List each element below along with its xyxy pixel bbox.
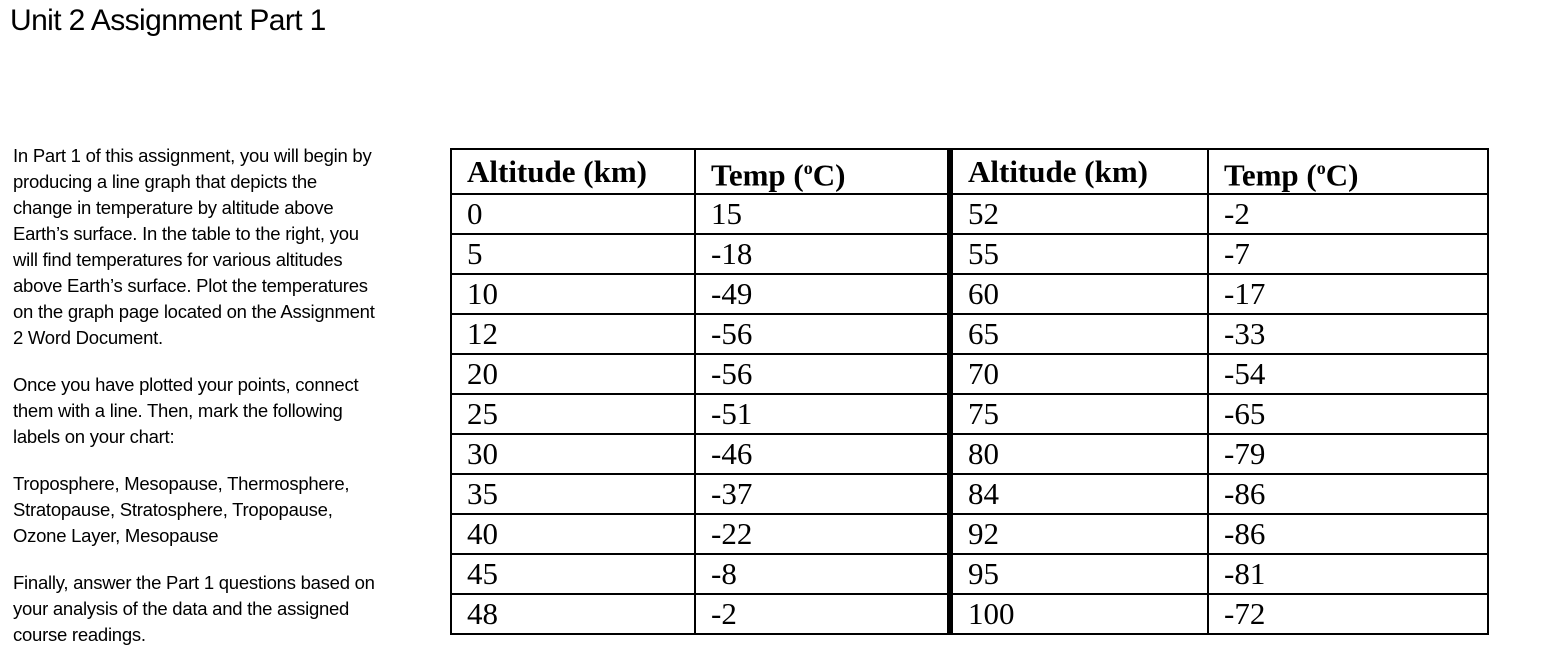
table-row: 12 -56 65 -33 (450, 313, 1489, 356)
instruction-line: labels on your chart: (13, 426, 175, 447)
temp-cell: -79 (1207, 433, 1489, 476)
altitude-cell: 65 (947, 313, 1209, 356)
altitude-cell: 45 (450, 553, 696, 596)
altitude-cell: 20 (450, 353, 696, 396)
header-temp-prefix: Temp ( (711, 157, 804, 193)
instruction-line: change in temperature by altitude above (13, 197, 334, 218)
instruction-paragraph: Finally, answer the Part 1 questions bas… (13, 570, 443, 648)
header-altitude: Altitude (km) (947, 147, 1209, 196)
instruction-line: Earth’s surface. In the table to the rig… (13, 223, 359, 244)
temp-cell: -86 (1207, 473, 1489, 516)
temp-cell: -56 (694, 313, 951, 356)
altitude-cell: 10 (450, 273, 696, 316)
table-row: 20 -56 70 -54 (450, 353, 1489, 396)
temp-cell: -65 (1207, 393, 1489, 436)
altitude-cell: 70 (947, 353, 1209, 396)
altitude-cell: 95 (947, 553, 1209, 596)
altitude-cell: 0 (450, 193, 696, 236)
altitude-cell: 84 (947, 473, 1209, 516)
altitude-cell: 92 (947, 513, 1209, 556)
temp-cell: -81 (1207, 553, 1489, 596)
instruction-line: In Part 1 of this assignment, you will b… (13, 145, 372, 166)
altitude-cell: 60 (947, 273, 1209, 316)
temp-cell: -22 (694, 513, 951, 556)
temp-cell: -2 (694, 593, 951, 636)
table-row: 25 -51 75 -65 (450, 393, 1489, 436)
altitude-cell: 80 (947, 433, 1209, 476)
temp-cell: -2 (1207, 193, 1489, 236)
altitude-cell: 48 (450, 593, 696, 636)
temp-cell: -51 (694, 393, 951, 436)
table-row: 45 -8 95 -81 (450, 553, 1489, 596)
table-row: 5 -18 55 -7 (450, 233, 1489, 276)
altitude-cell: 30 (450, 433, 696, 476)
degree-symbol: o (1316, 158, 1326, 178)
altitude-cell: 100 (947, 593, 1209, 636)
instruction-line: Ozone Layer, Mesopause (13, 525, 219, 546)
altitude-cell: 55 (947, 233, 1209, 276)
instructions: In Part 1 of this assignment, you will b… (13, 143, 443, 669)
instruction-line: course readings. (13, 624, 146, 645)
temp-cell: -54 (1207, 353, 1489, 396)
instruction-line: will find temperatures for various altit… (13, 249, 343, 270)
table-header-row: Altitude (km) Temp (oC) Altitude (km) Te… (450, 147, 1489, 196)
altitude-cell: 5 (450, 233, 696, 276)
instruction-paragraph: Troposphere, Mesopause, Thermosphere, Str… (13, 471, 443, 549)
instruction-line: Finally, answer the Part 1 questions bas… (13, 572, 375, 593)
temp-cell: -37 (694, 473, 951, 516)
instruction-line: Once you have plotted your points, conne… (13, 374, 359, 395)
temp-cell: -56 (694, 353, 951, 396)
header-temp-suffix: C) (1325, 157, 1359, 193)
table-row: 30 -46 80 -79 (450, 433, 1489, 476)
instruction-line: above Earth’s surface. Plot the temperat… (13, 275, 368, 296)
altitude-temperature-table: Altitude (km) Temp (oC) Altitude (km) Te… (450, 147, 1489, 636)
table-row: 48 -2 100 -72 (450, 593, 1489, 636)
altitude-cell: 40 (450, 513, 696, 556)
table-row: 0 15 52 -2 (450, 193, 1489, 236)
instruction-line: producing a line graph that depicts the (13, 171, 317, 192)
header-temp: Temp (oC) (694, 147, 951, 196)
temp-cell: -86 (1207, 513, 1489, 556)
header-temp-suffix: C) (812, 157, 846, 193)
instruction-line: them with a line. Then, mark the followi… (13, 400, 343, 421)
instruction-paragraph: Once you have plotted your points, conne… (13, 372, 443, 450)
header-temp: Temp (oC) (1207, 147, 1489, 196)
instruction-line: on the graph page located on the Assignm… (13, 301, 375, 322)
instruction-line: Troposphere, Mesopause, Thermosphere, (13, 473, 350, 494)
altitude-cell: 12 (450, 313, 696, 356)
page-title: Unit 2 Assignment Part 1 (10, 4, 326, 37)
table-row: 35 -37 84 -86 (450, 473, 1489, 516)
temp-cell: -18 (694, 233, 951, 276)
table-row: 40 -22 92 -86 (450, 513, 1489, 556)
degree-symbol: o (803, 158, 813, 178)
temp-cell: -72 (1207, 593, 1489, 636)
temp-cell: -49 (694, 273, 951, 316)
temp-cell: -8 (694, 553, 951, 596)
temp-cell: 15 (694, 193, 951, 236)
temp-cell: -7 (1207, 233, 1489, 276)
instruction-paragraph: In Part 1 of this assignment, you will b… (13, 143, 443, 351)
instruction-line: 2 Word Document. (13, 327, 163, 348)
temp-cell: -46 (694, 433, 951, 476)
altitude-cell: 52 (947, 193, 1209, 236)
altitude-cell: 35 (450, 473, 696, 516)
instruction-line: your analysis of the data and the assign… (13, 598, 350, 619)
header-altitude: Altitude (km) (450, 147, 696, 196)
altitude-cell: 25 (450, 393, 696, 436)
altitude-cell: 75 (947, 393, 1209, 436)
instruction-line: Stratopause, Stratosphere, Tropopause, (13, 499, 333, 520)
temp-cell: -33 (1207, 313, 1489, 356)
temp-cell: -17 (1207, 273, 1489, 316)
header-temp-prefix: Temp ( (1224, 157, 1317, 193)
table-row: 10 -49 60 -17 (450, 273, 1489, 316)
